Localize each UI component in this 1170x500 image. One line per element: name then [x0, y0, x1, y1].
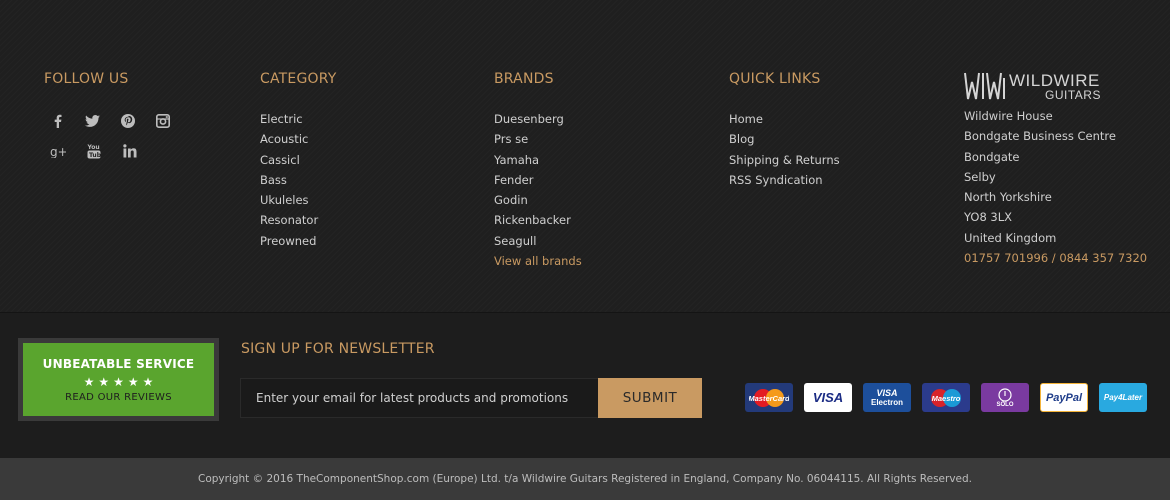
category-link-acoustic[interactable]: Acoustic [260, 129, 337, 149]
brand-link-prs-se[interactable]: Prs se [494, 129, 582, 149]
svg-text:Maestro: Maestro [932, 394, 961, 403]
view-all-brands-link[interactable]: View all brands [494, 251, 582, 271]
address-line: Wildwire House [964, 109, 1053, 123]
google-plus-icon[interactable]: g+ [40, 140, 76, 162]
category-heading: CATEGORY [260, 71, 337, 87]
category-link-resonator[interactable]: Resonator [260, 210, 337, 230]
follow-us-heading: FOLLOW US [44, 71, 129, 87]
address-line: North Yorkshire [964, 190, 1052, 205]
visa-electron-bottom: Electron [870, 397, 903, 407]
visa-icon: VISA [804, 383, 852, 412]
svg-text:You: You [87, 144, 100, 151]
badge-title: UNBEATABLE SERVICE [42, 356, 195, 371]
address-line: YO8 3LX [964, 210, 1013, 225]
quick-link-rss-syndication[interactable]: RSS Syndication [729, 170, 840, 190]
brand-link-godin[interactable]: Godin [494, 190, 582, 210]
svg-text:g+: g+ [50, 145, 66, 158]
newsletter-heading: SIGN UP FOR NEWSLETTER [241, 341, 435, 357]
pinterest-icon[interactable] [110, 110, 145, 132]
section-divider [0, 312, 1170, 313]
follow-us-column: FOLLOW US [44, 70, 128, 109]
brands-heading: BRANDS [494, 71, 554, 87]
social-icons: g+ YouTube [40, 106, 180, 166]
copyright-text: Copyright © 2016 TheComponentShop.com (E… [197, 473, 973, 485]
phone-numbers[interactable]: 01757 701996 / 0844 357 7320 [964, 248, 1147, 268]
pay4later-label: Pay4Later [1103, 393, 1143, 402]
youtube-icon[interactable]: YouTube [76, 140, 112, 162]
address-line: Selby [964, 169, 996, 184]
address-line: Bondgate Business Centre [964, 129, 1116, 144]
company-address: Wildwire House Bondgate Business Centre … [964, 106, 1147, 268]
quick-links-heading: QUICK LINKS [729, 71, 821, 87]
paypal-label: PayPal [1045, 391, 1083, 404]
badge-inner: UNBEATABLE SERVICE ★★★★★ READ OUR REVIEW… [23, 343, 214, 416]
svg-text:Tube: Tube [89, 152, 101, 159]
unbeatable-service-badge[interactable]: UNBEATABLE SERVICE ★★★★★ READ OUR REVIEW… [18, 338, 219, 421]
brands-column: BRANDS Duesenberg Prs se Yamaha Fender G… [494, 70, 582, 271]
category-column: CATEGORY Electric Acoustic Cassicl Bass … [260, 70, 337, 251]
mastercard-icon: MasterCard [745, 383, 793, 412]
solo-label: SOLO [996, 401, 1014, 408]
category-link-electric[interactable]: Electric [260, 109, 337, 129]
brand-link-yamaha[interactable]: Yamaha [494, 150, 582, 170]
newsletter-submit-button[interactable]: SUBMIT [598, 378, 702, 418]
rating-stars-icon: ★★★★★ [83, 374, 158, 389]
quick-link-blog[interactable]: Blog [729, 129, 840, 149]
visa-electron-icon: VISA Electron [863, 383, 911, 412]
payment-methods: MasterCard VISA VISA Electron Maestro SO… [745, 383, 1147, 412]
wildwire-guitars-logo[interactable]: WILDWIRE GUITARS [964, 70, 1124, 102]
solo-icon: SOLO [981, 383, 1029, 412]
instagram-icon[interactable] [145, 110, 180, 132]
brand-link-fender[interactable]: Fender [494, 170, 582, 190]
address-line: United Kingdom [964, 230, 1057, 245]
quick-link-shipping-returns[interactable]: Shipping & Returns [729, 150, 840, 170]
read-reviews-link[interactable]: READ OUR REVIEWS [65, 392, 172, 403]
logo-sub-text: GUITARS [1045, 88, 1101, 102]
brand-link-seagull[interactable]: Seagull [494, 231, 582, 251]
quick-link-home[interactable]: Home [729, 109, 840, 129]
paypal-icon: PayPal [1040, 383, 1088, 412]
address-line: Bondgate [964, 149, 1020, 164]
linkedin-icon[interactable] [112, 140, 148, 162]
quick-links-column: QUICK LINKS Home Blog Shipping & Returns… [729, 70, 840, 190]
twitter-icon[interactable] [75, 110, 110, 132]
visa-electron-top: VISA [876, 387, 898, 398]
visa-label: VISA [812, 390, 844, 405]
pay4later-icon: Pay4Later [1099, 383, 1147, 412]
facebook-icon[interactable] [40, 110, 75, 132]
category-link-bass[interactable]: Bass [260, 170, 337, 190]
category-link-cassicl[interactable]: Cassicl [260, 150, 337, 170]
brand-link-duesenberg[interactable]: Duesenberg [494, 109, 582, 129]
category-link-ukuleles[interactable]: Ukuleles [260, 190, 337, 210]
copyright-bar: Copyright © 2016 TheComponentShop.com (E… [0, 458, 1170, 500]
newsletter-email-input[interactable] [240, 378, 598, 418]
svg-text:MasterCard: MasterCard [749, 394, 789, 403]
maestro-icon: Maestro [922, 383, 970, 412]
brand-link-rickenbacker[interactable]: Rickenbacker [494, 210, 582, 230]
category-link-preowned[interactable]: Preowned [260, 231, 337, 251]
